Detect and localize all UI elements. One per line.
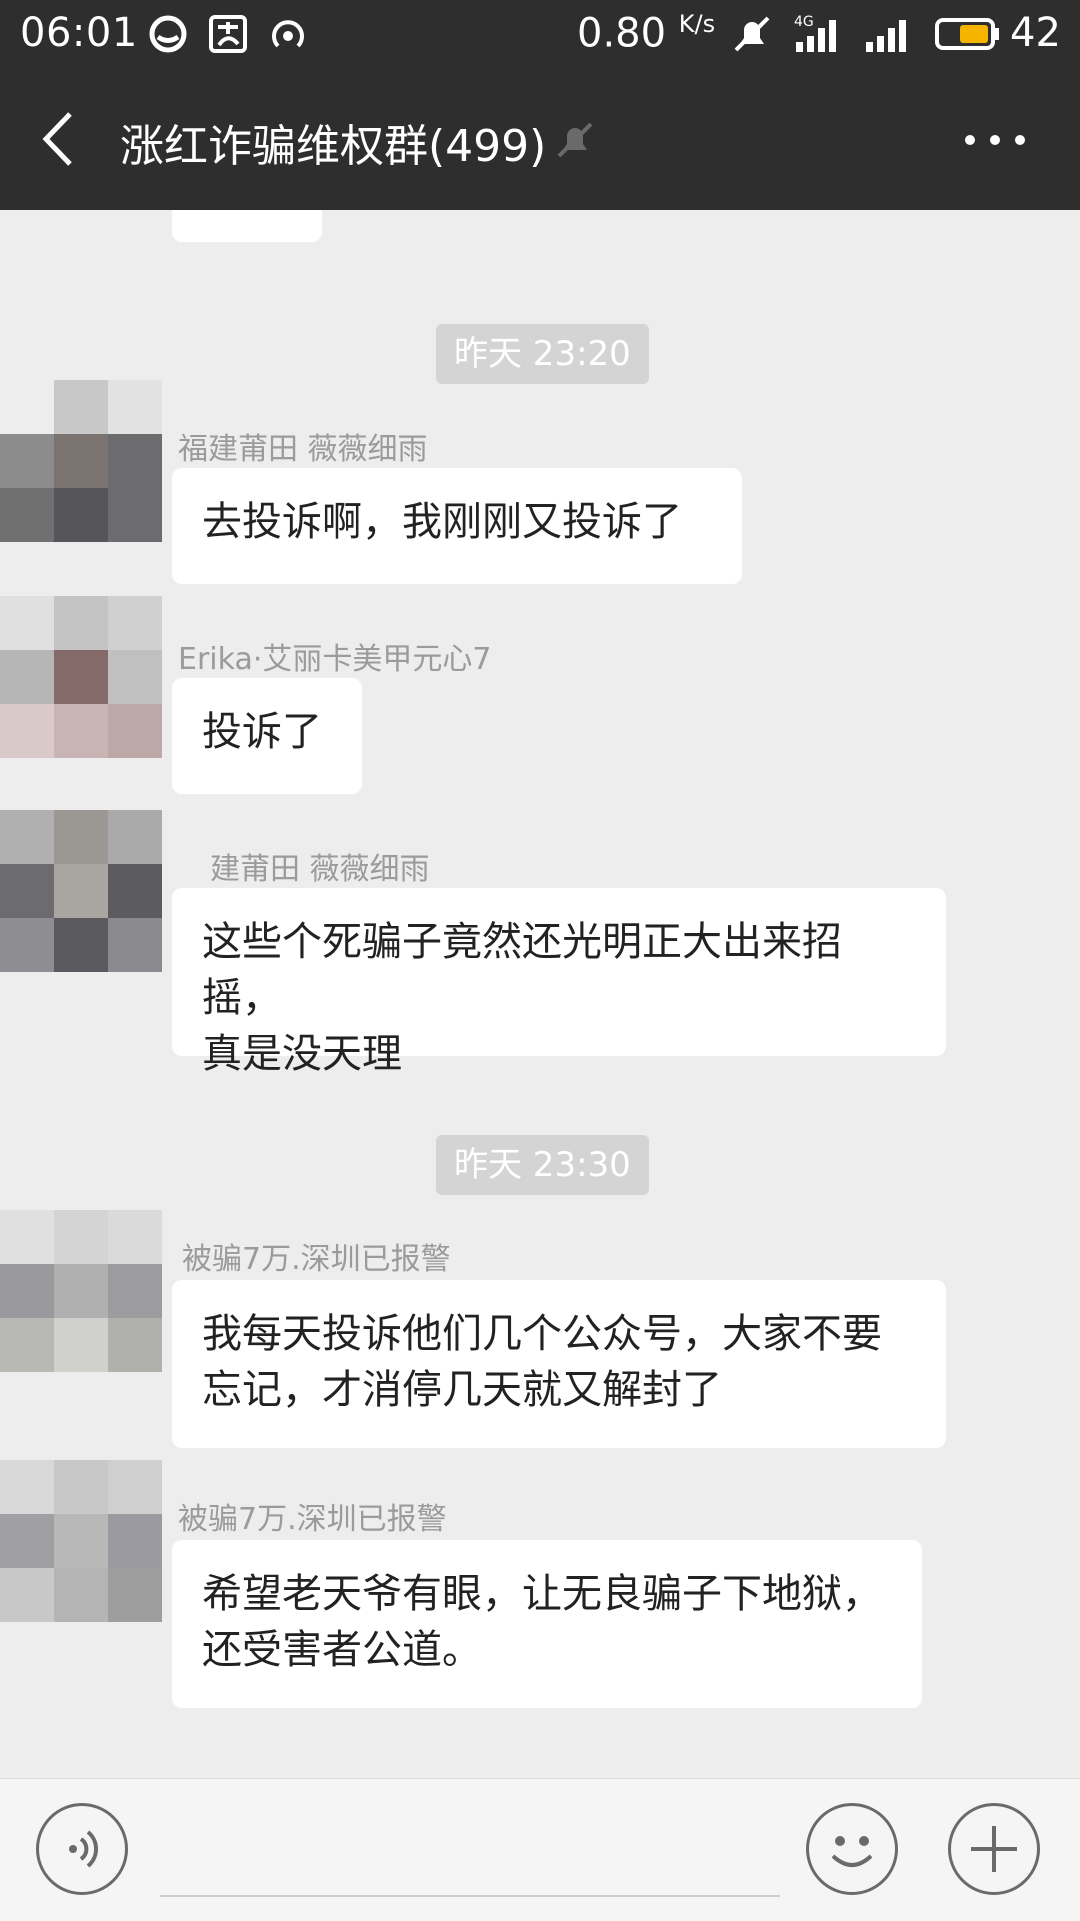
title-bar: 涨红诈骗维权群(499) [0,68,1080,210]
message-line: 我每天投诉他们几个公众号，大家不要 [202,1311,882,1357]
avatar[interactable] [0,1210,162,1372]
chat-area[interactable]: 昨天 23:20 福建莆田 薇薇细雨 去投诉啊，我刚刚又投诉了 Erika·艾丽… [0,210,1080,1778]
sender-name: 建莆田 薇薇细雨 [210,852,430,887]
voice-button[interactable] [36,1803,128,1895]
message-bubble[interactable]: 希望老天爷有眼，让无良骗子下地狱， 还受害者公道。 [172,1540,922,1708]
plus-icon [971,1826,1017,1872]
mute-bell-icon [734,16,770,52]
message-bubble-partial[interactable] [172,210,322,242]
message-bubble[interactable]: 投诉了 [172,678,362,794]
sender-name: 福建莆田 薇薇细雨 [178,432,428,467]
input-bar [0,1778,1080,1921]
message-line: 这些个死骗子竟然还光明正大出来招摇， [202,919,842,1021]
time-divider: 昨天 23:30 [436,1135,649,1195]
wechat-icon [149,15,187,53]
status-time: 06:01 [20,10,138,56]
signal-icon [796,20,836,52]
avatar[interactable] [0,1460,162,1622]
more-dots-icon[interactable] [960,120,1030,160]
sender-name: Erika·艾丽卡美甲元心7 [178,642,492,677]
chevron-left-icon[interactable] [30,106,90,172]
sender-name: 被骗7万.深圳已报警 [178,1502,447,1537]
avatar[interactable] [0,810,162,972]
battery-icon [935,18,999,50]
emoji-icon [831,1836,873,1867]
message-line: 还受害者公道。 [202,1627,482,1673]
message-input[interactable] [160,1895,780,1897]
sender-name: 被骗7万.深圳已报警 [182,1242,451,1277]
message-bubble[interactable]: 去投诉啊，我刚刚又投诉了 [172,468,742,584]
status-bar: 06:01 0.80 K/s 4G 42 [0,0,1080,68]
bell-off-icon [557,122,593,158]
time-divider: 昨天 23:20 [436,324,649,384]
message-bubble[interactable]: 这些个死骗子竟然还光明正大出来招摇， 真是没天理 [172,888,946,1077]
voice-icon [69,1830,99,1868]
avatar[interactable] [0,596,162,758]
message-line: 真是没天理 [202,1031,402,1077]
battery-level: 42 [1010,10,1061,56]
avatar[interactable] [0,380,162,542]
message-bubble[interactable]: 我每天投诉他们几个公众号，大家不要 忘记，才消停几天就又解封了 [172,1280,946,1448]
emoji-button[interactable] [806,1803,898,1895]
net-speed: 0.80 K/s [577,10,716,57]
hotspot-icon [272,20,304,48]
add-button[interactable] [948,1803,1040,1895]
chat-title[interactable]: 涨红诈骗维权群(499) [120,110,546,174]
alipay-icon [209,15,247,53]
message-line: 忘记，才消停几天就又解封了 [202,1367,722,1413]
signal-icon-2 [866,20,906,52]
message-line: 希望老天爷有眼，让无良骗子下地狱， [202,1571,882,1617]
